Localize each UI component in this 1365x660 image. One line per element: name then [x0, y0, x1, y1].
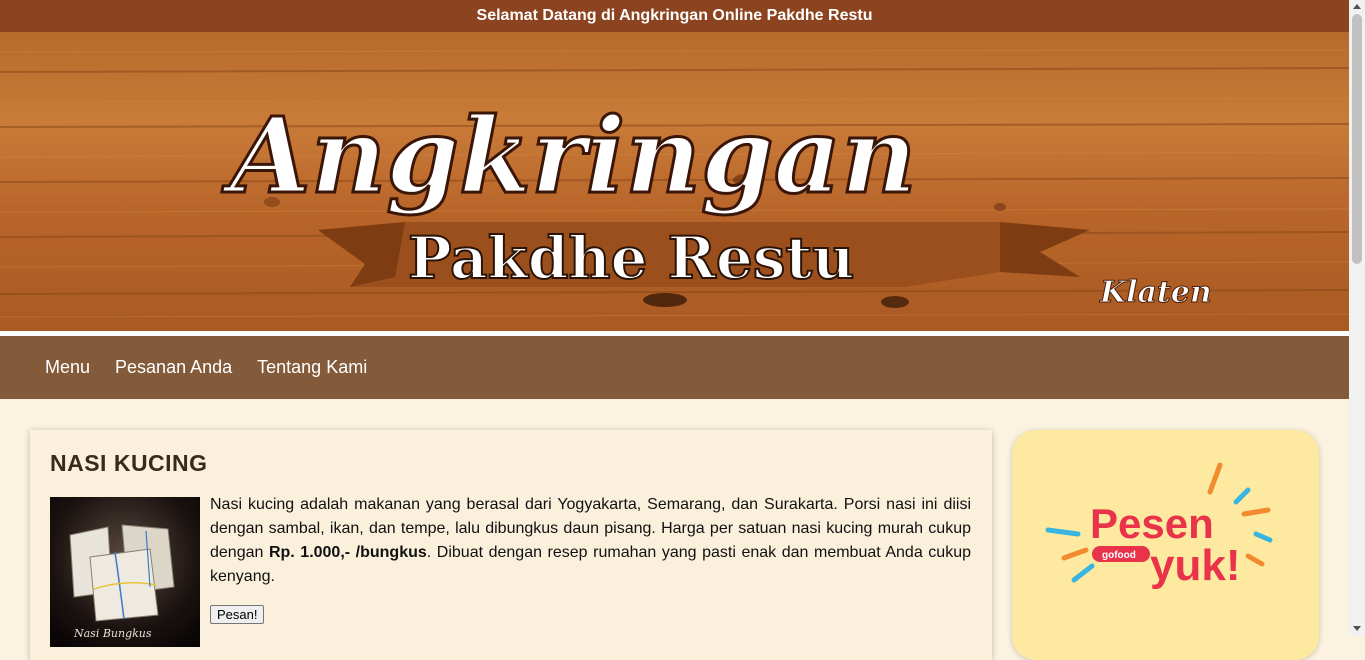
banner-subtitle: Pakdhe Restu: [408, 224, 854, 292]
order-button[interactable]: Pesan!: [210, 605, 265, 624]
promo-line2: yuk!: [1150, 541, 1240, 590]
page-scrollbar[interactable]: [1349, 0, 1365, 635]
product-price: Rp. 1.000,- /bungkus: [268, 544, 427, 561]
gofood-promo[interactable]: Pesen gofood yuk!: [1012, 430, 1319, 660]
scroll-up-arrow-icon[interactable]: [1353, 4, 1361, 9]
nav-item-pesanan-anda[interactable]: Pesanan Anda: [115, 357, 232, 378]
banner-artwork: Pakdhe Restu Angkringan Klaten: [0, 49, 1349, 318]
banner-title: Angkringan: [221, 94, 917, 217]
welcome-bar: Selamat Datang di Angkringan Online Pakd…: [0, 0, 1349, 32]
product-image: Nasi Bungkus: [50, 497, 200, 647]
main-nav: Menu Pesanan Anda Tentang Kami: [0, 336, 1349, 399]
scroll-down-arrow-icon[interactable]: [1353, 626, 1361, 631]
promo-line1: Pesen: [1090, 500, 1214, 547]
scrollbar-thumb[interactable]: [1352, 14, 1362, 264]
product-card: NASI KUCING Nasi Bungkus Nasi kucing ada…: [30, 430, 992, 660]
welcome-text: Selamat Datang di Angkringan Online Pakd…: [476, 7, 873, 24]
promo-artwork: Pesen gofood yuk!: [1045, 462, 1273, 590]
product-description: Nasi kucing adalah makanan yang berasal …: [210, 493, 971, 589]
gofood-brand: gofood: [1102, 550, 1136, 561]
hero-banner: Pakdhe Restu Angkringan Klaten: [0, 32, 1349, 331]
product-title: NASI KUCING: [50, 450, 208, 476]
nav-item-tentang-kami[interactable]: Tentang Kami: [257, 357, 367, 378]
banner-city: Klaten: [1099, 275, 1212, 310]
image-caption: Nasi Bungkus: [73, 627, 152, 640]
nav-item-menu[interactable]: Menu: [45, 357, 90, 378]
